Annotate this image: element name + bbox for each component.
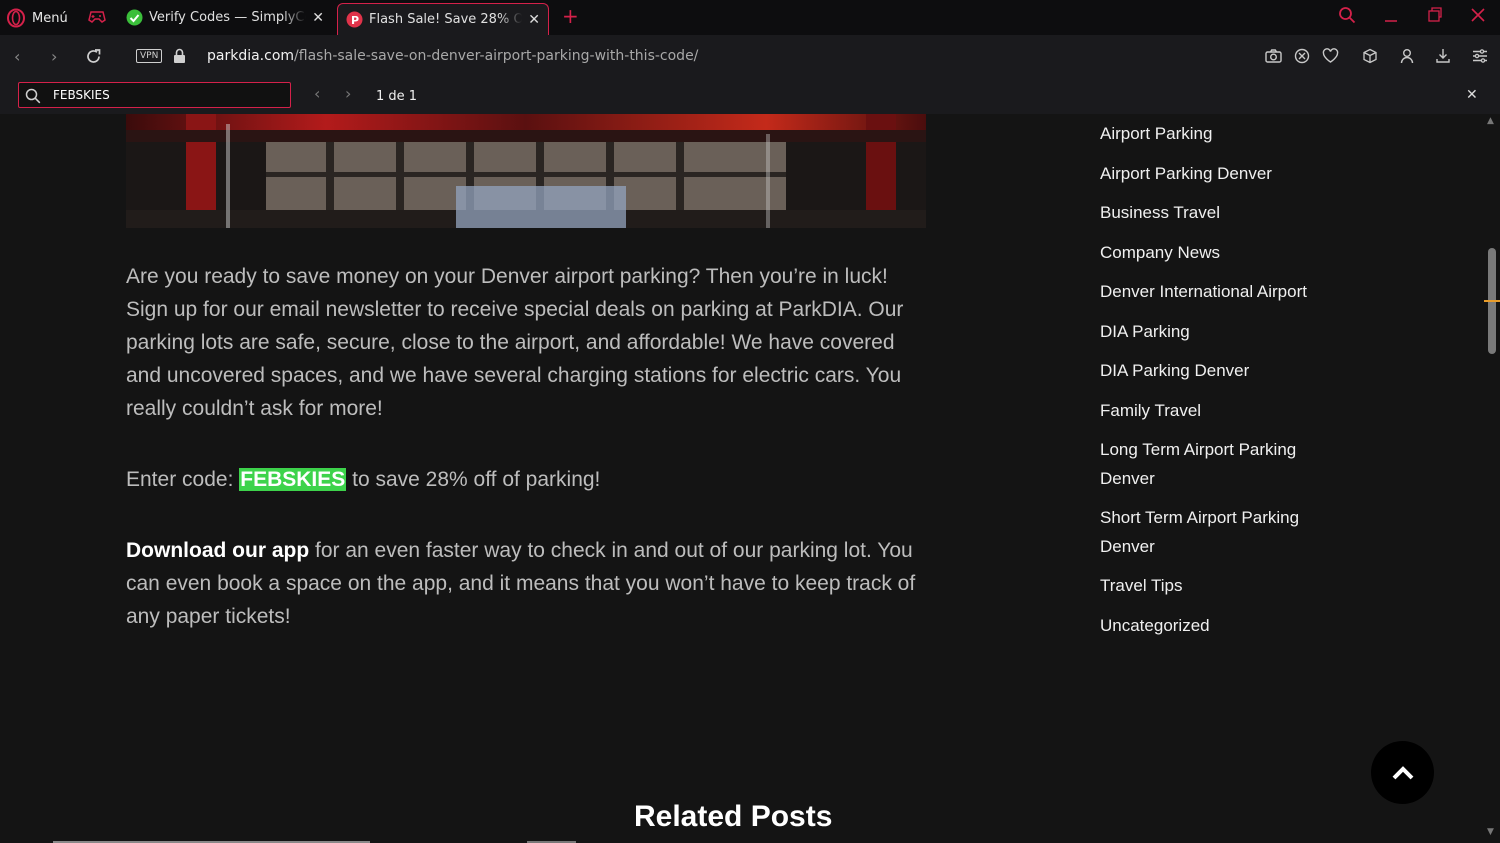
find-highlighted-code: FEBSKIES <box>239 468 347 491</box>
camera-icon[interactable] <box>1265 48 1282 64</box>
account-icon[interactable] <box>1400 48 1414 64</box>
category-link[interactable]: DIA Parking <box>1100 318 1340 347</box>
category-link[interactable]: Business Travel <box>1100 199 1340 228</box>
category-link[interactable]: Uncategorized <box>1100 612 1340 641</box>
hero-image <box>126 114 926 228</box>
gx-controller-icon[interactable] <box>88 9 106 25</box>
related-posts-heading: Related Posts <box>634 800 833 833</box>
category-link[interactable]: Travel Tips <box>1100 572 1340 601</box>
restore-icon[interactable] <box>1427 6 1443 24</box>
heart-icon[interactable] <box>1322 48 1339 64</box>
find-match-marker <box>1484 300 1500 302</box>
close-tab-icon[interactable]: ✕ <box>312 10 324 26</box>
lock-icon[interactable] <box>173 48 186 64</box>
reload-icon[interactable] <box>85 48 102 65</box>
category-link[interactable]: Airport Parking Denver <box>1100 160 1340 189</box>
download-icon[interactable] <box>1435 48 1451 64</box>
url-host: parkdia.com <box>207 48 295 64</box>
scroll-to-top-button[interactable] <box>1371 741 1434 804</box>
menu-label: Menú <box>32 10 68 26</box>
close-tab-icon[interactable]: ✕ <box>528 12 540 28</box>
new-tab-icon[interactable]: + <box>562 4 579 28</box>
simplycodes-favicon-icon <box>126 9 143 26</box>
category-link[interactable]: Short Term Airport Parking Denver <box>1100 504 1315 561</box>
tab-simplycodes[interactable]: Verify Codes — SimplyCodes ✕ <box>118 4 332 31</box>
easy-setup-icon[interactable] <box>1472 48 1488 64</box>
download-app-link[interactable]: Download our app <box>126 539 309 562</box>
svg-text:P: P <box>351 14 359 27</box>
code-suffix: to save 28% off of parking! <box>352 468 601 491</box>
vpn-badge[interactable]: VPN <box>136 49 163 63</box>
parkdia-favicon-icon: P <box>346 11 363 28</box>
tab-title: Flash Sale! Save 28% On Denver Airport P… <box>369 12 523 27</box>
find-previous-icon[interactable]: ‹ <box>314 84 320 103</box>
scroll-up-icon[interactable]: ▲ <box>1487 116 1494 126</box>
category-link[interactable]: Family Travel <box>1100 397 1340 426</box>
category-link[interactable]: Airport Parking <box>1100 120 1340 149</box>
article-body: Are you ready to save money on your Denv… <box>126 260 926 633</box>
minimize-icon[interactable] <box>1383 6 1399 24</box>
search-tabs-icon[interactable] <box>1338 6 1356 24</box>
category-link[interactable]: Denver International Airport <box>1100 278 1340 307</box>
chevron-up-icon <box>1392 765 1413 779</box>
search-icon <box>25 88 41 104</box>
close-window-icon[interactable] <box>1470 6 1486 24</box>
tab-title: Verify Codes — SimplyCodes <box>149 10 306 25</box>
find-match-count: 1 de 1 <box>376 89 418 104</box>
find-bar: ‹ › 1 de 1 ✕ <box>0 78 1500 114</box>
tab-bar: Menú Verify Codes — SimplyCodes ✕ P Flas… <box>0 0 1500 35</box>
forward-icon[interactable]: › <box>51 47 57 66</box>
page-scrollbar[interactable]: ▲ ▼ <box>1484 114 1500 843</box>
find-next-icon[interactable]: › <box>345 84 351 103</box>
find-input[interactable] <box>53 87 283 103</box>
parking-garage-photo <box>126 114 926 228</box>
adblock-icon[interactable] <box>1294 48 1310 64</box>
find-close-icon[interactable]: ✕ <box>1466 87 1478 103</box>
category-link[interactable]: DIA Parking Denver <box>1100 357 1340 386</box>
promo-code-paragraph: Enter code: FEBSKIES to save 28% off of … <box>126 463 926 496</box>
category-link[interactable]: Company News <box>1100 239 1340 268</box>
opera-menu-button[interactable]: Menú <box>6 7 68 29</box>
back-icon[interactable]: ‹ <box>14 47 20 66</box>
scroll-down-icon[interactable]: ▼ <box>1487 827 1494 837</box>
intro-paragraph: Are you ready to save money on your Denv… <box>126 265 904 420</box>
opera-logo-icon <box>7 8 25 28</box>
find-input-box[interactable] <box>18 82 291 108</box>
category-link[interactable]: Long Term Airport Parking Denver <box>1100 436 1315 493</box>
cube-icon[interactable] <box>1362 48 1378 64</box>
category-list: Airport Parking Airport Parking Denver B… <box>1100 120 1340 651</box>
download-paragraph: Download our app for an even faster way … <box>126 534 926 633</box>
tab-parkdia[interactable]: P Flash Sale! Save 28% On Denver Airport… <box>337 3 549 35</box>
url-path: /flash-sale-save-on-denver-airport-parki… <box>294 48 699 64</box>
address-bar: ‹ › VPN parkdia.com/flash-sale-save-on-d… <box>0 35 1500 78</box>
code-prefix: Enter code: <box>126 468 234 491</box>
url-field[interactable]: parkdia.com/flash-sale-save-on-denver-ai… <box>207 48 698 64</box>
